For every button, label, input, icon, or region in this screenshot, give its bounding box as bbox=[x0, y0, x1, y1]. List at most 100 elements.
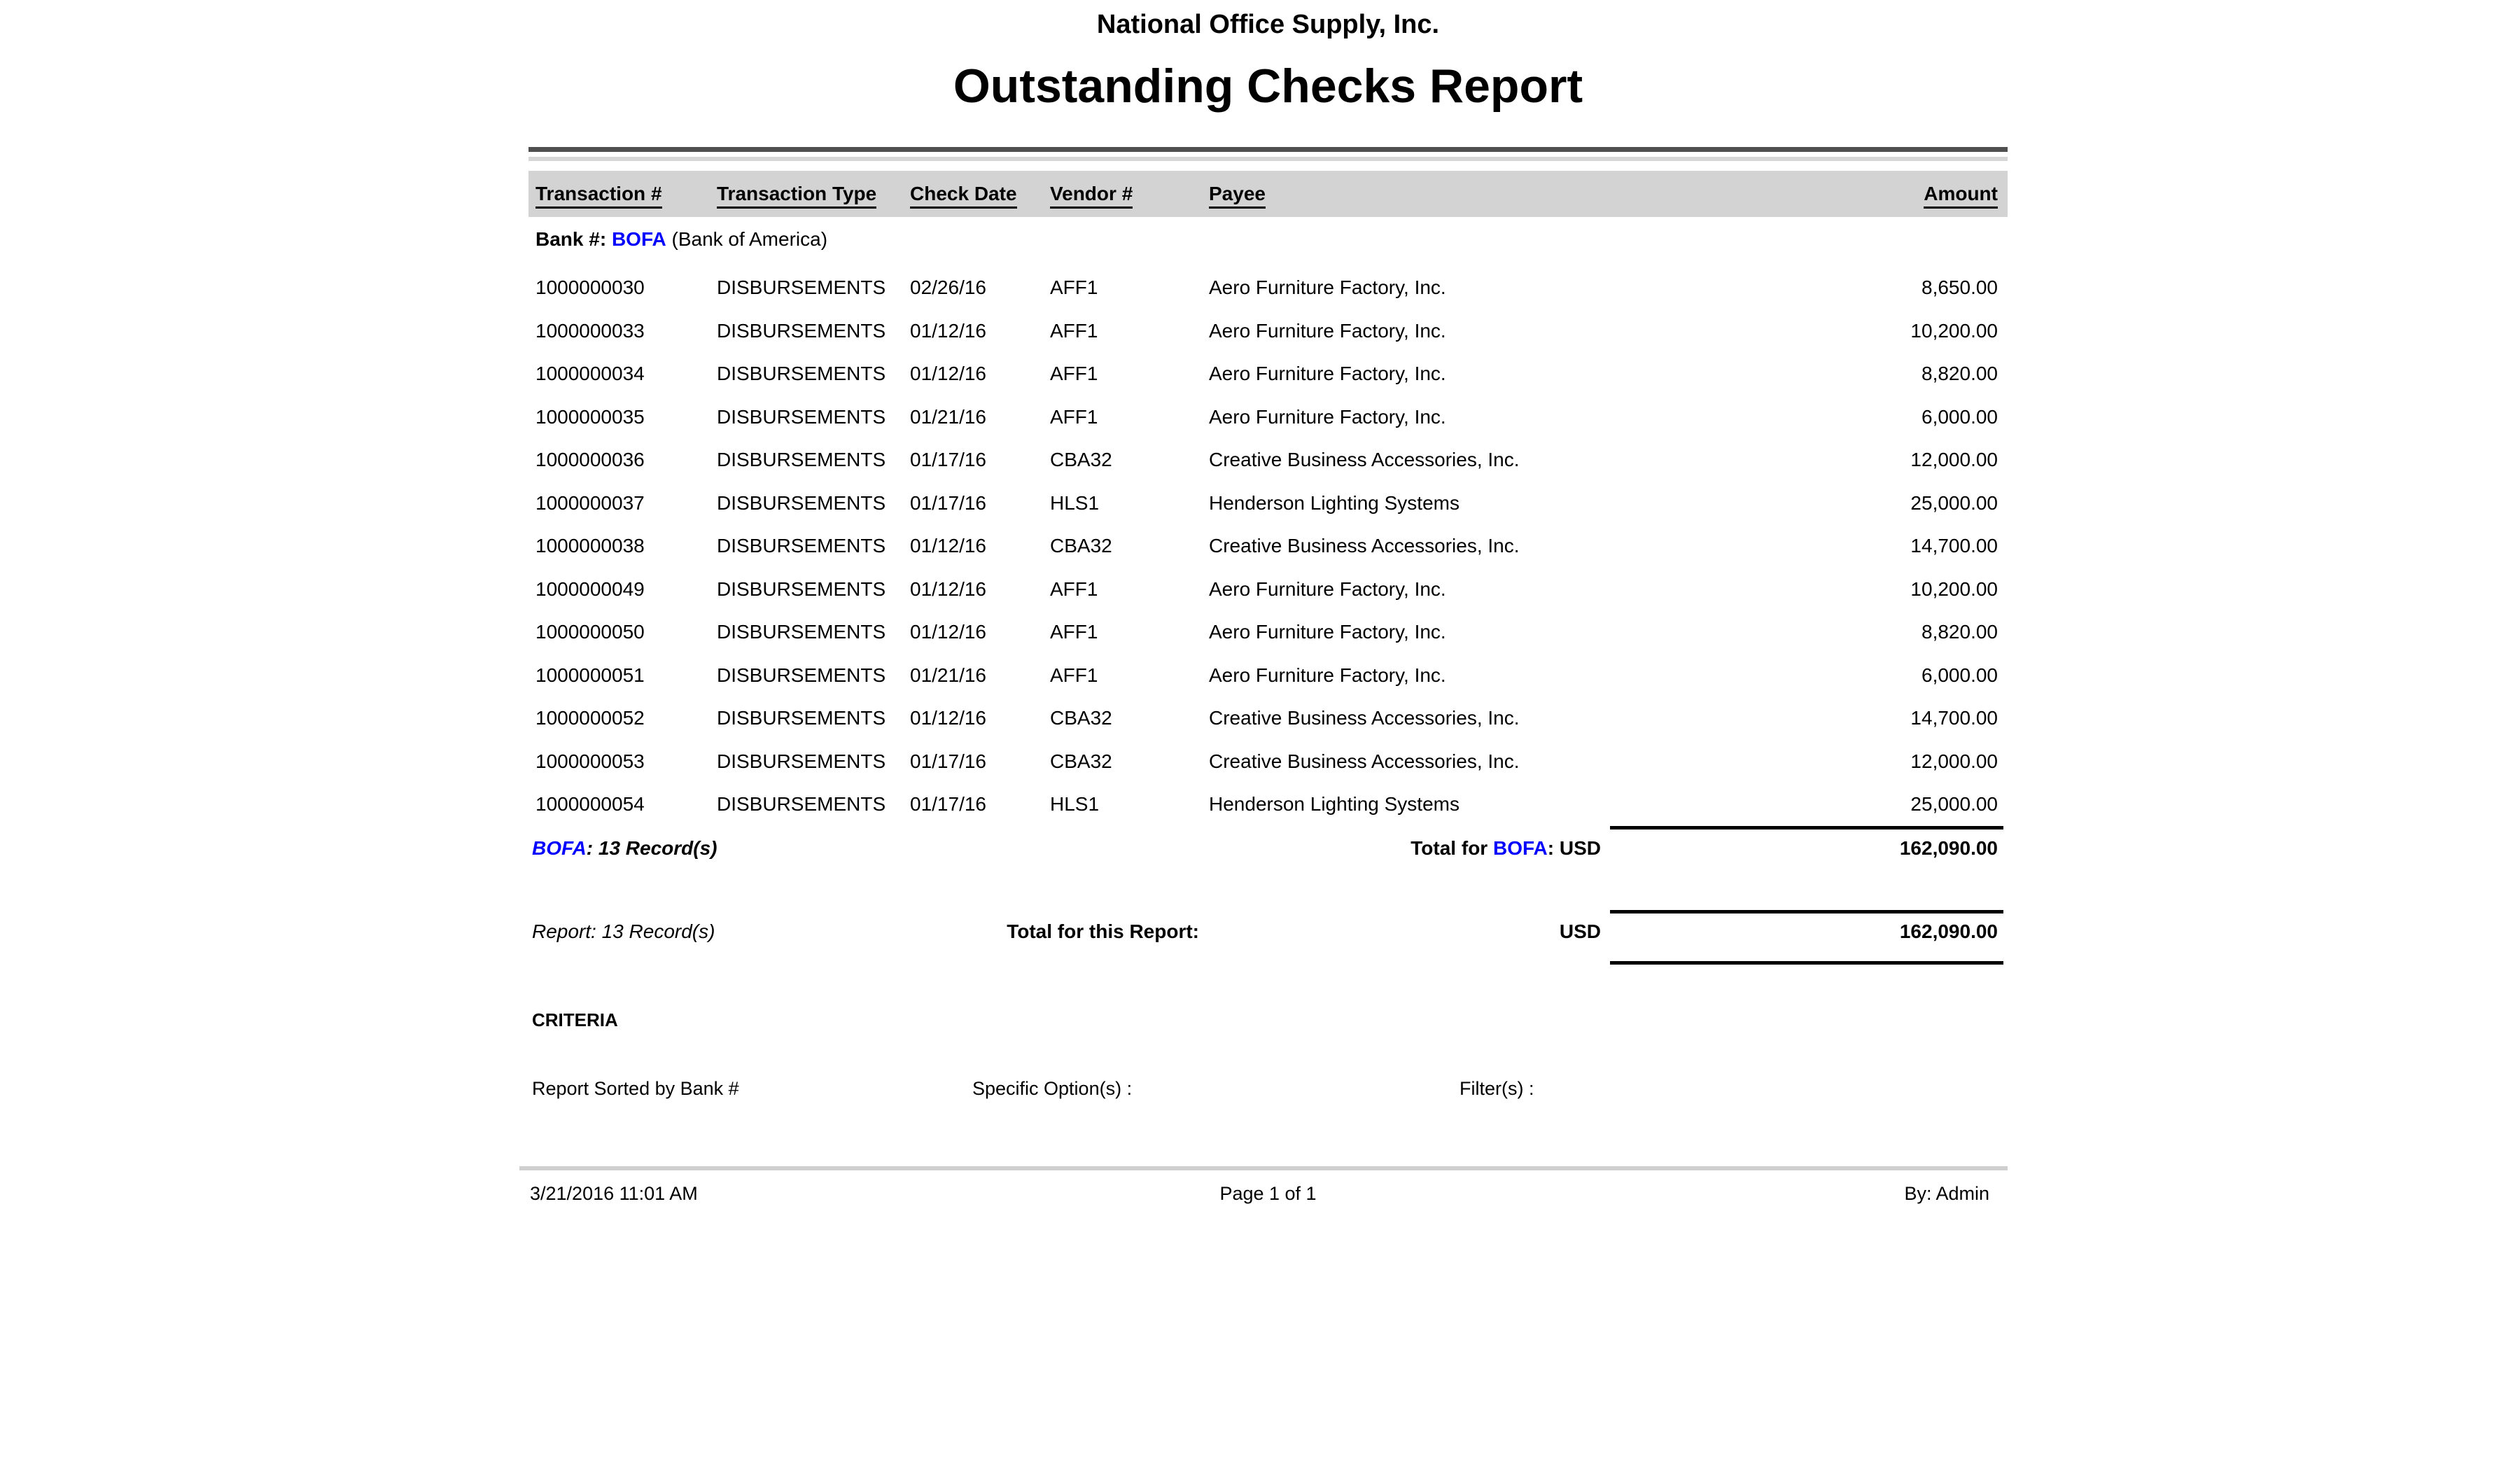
cell-transaction[interactable]: 1000000049 bbox=[536, 568, 645, 611]
cell-check-date: 01/12/16 bbox=[910, 309, 986, 353]
title-rule-light bbox=[528, 157, 2008, 161]
cell-payee: Aero Furniture Factory, Inc. bbox=[1209, 352, 1446, 396]
cell-transaction[interactable]: 1000000037 bbox=[536, 482, 645, 525]
cell-amount: 10,200.00 bbox=[1910, 568, 1998, 611]
column-header-check-date[interactable]: Check Date bbox=[910, 183, 1017, 209]
criteria-specific-options-label: Specific Option(s) : bbox=[972, 1078, 1132, 1100]
cell-transaction[interactable]: 1000000034 bbox=[536, 352, 645, 396]
cell-transaction[interactable]: 1000000038 bbox=[536, 524, 645, 568]
cell-vendor: AFF1 bbox=[1050, 610, 1098, 654]
table-row: 1000000049DISBURSEMENTS01/12/16AFF1Aero … bbox=[528, 568, 2008, 611]
table-row: 1000000051DISBURSEMENTS01/21/16AFF1Aero … bbox=[528, 654, 2008, 697]
table-row: 1000000050 DISBURSEMENTS 01/12/16 AFF1 Aero … bbox=[528, 610, 2008, 654]
group-record-count-text: : 13 Record(s) bbox=[587, 837, 718, 859]
report-total-row: Report: 13 Record(s) Total for this Repo… bbox=[528, 920, 2008, 954]
cell-payee: Creative Business Accessories, Inc. bbox=[1209, 740, 1520, 783]
cell-amount: 8,650.00 bbox=[1921, 266, 1998, 309]
column-header-amount[interactable]: Amount bbox=[1924, 183, 1998, 209]
table-rows: 1000000030 DISBURSEMENTS 02/26/16 AFF1 Aero … bbox=[528, 266, 2008, 826]
column-header-type[interactable]: Transaction Type bbox=[717, 183, 876, 209]
cell-vendor: AFF1 bbox=[1050, 568, 1098, 611]
table-row: 1000000038DISBURSEMENTS01/12/16CBA32Crea… bbox=[528, 524, 2008, 568]
cell-transaction[interactable]: 1000000036 bbox=[536, 438, 645, 482]
group-record-count: BOFA: 13 Record(s) bbox=[532, 837, 718, 860]
criteria-row: Report Sorted by Bank # Specific Option(… bbox=[528, 1078, 2008, 1106]
cell-payee: Aero Furniture Factory, Inc. bbox=[1209, 568, 1446, 611]
footer-rule bbox=[519, 1166, 2008, 1170]
table-row: 1000000053DISBURSEMENTS01/17/16CBA32Crea… bbox=[528, 740, 2008, 783]
cell-transaction[interactable]: 1000000051 bbox=[536, 654, 645, 697]
cell-vendor: HLS1 bbox=[1050, 783, 1099, 826]
group-total-row: BOFA: 13 Record(s) Total for BOFA: USD 1… bbox=[528, 837, 2008, 869]
cell-transaction[interactable]: 1000000030 bbox=[536, 266, 645, 309]
cell-payee: Aero Furniture Factory, Inc. bbox=[1209, 266, 1446, 309]
table-row: 1000000035DISBURSEMENTS01/21/16AFF1Aero … bbox=[528, 396, 2008, 439]
group-total-bank-link[interactable]: BOFA bbox=[1493, 837, 1548, 859]
cell-transaction[interactable]: 1000000054 bbox=[536, 783, 645, 826]
report-total-label: Total for this Report: bbox=[1007, 920, 1199, 943]
cell-payee: Aero Furniture Factory, Inc. bbox=[1209, 654, 1446, 697]
cell-type: DISBURSEMENTS bbox=[717, 438, 886, 482]
cell-transaction[interactable]: 1000000053 bbox=[536, 740, 645, 783]
table-row: 1000000034DISBURSEMENTS01/12/16AFF1Aero … bbox=[528, 352, 2008, 396]
footer-page-number: Page 1 of 1 bbox=[528, 1183, 2008, 1205]
criteria-heading: CRITERIA bbox=[532, 1009, 618, 1031]
cell-transaction[interactable]: 1000000052 bbox=[536, 696, 645, 740]
cell-check-date: 01/12/16 bbox=[910, 524, 986, 568]
report-page: { "colors": { "accent_blue": "#0000ff", … bbox=[0, 0, 2520, 1470]
company-name: National Office Supply, Inc. bbox=[528, 10, 2008, 40]
table-row: 1000000054 DISBURSEMENTS 01/17/16 HLS1 Hende… bbox=[528, 783, 2008, 826]
cell-payee: Aero Furniture Factory, Inc. bbox=[1209, 396, 1446, 439]
table-row: 1000000036DISBURSEMENTS01/17/16CBA32Crea… bbox=[528, 438, 2008, 482]
criteria-sorted-by: Report Sorted by Bank # bbox=[532, 1078, 739, 1100]
cell-vendor: AFF1 bbox=[1050, 266, 1098, 309]
bank-name: (Bank of America) bbox=[672, 228, 828, 250]
cell-type: DISBURSEMENTS bbox=[717, 309, 886, 353]
column-header-payee[interactable]: Payee bbox=[1209, 183, 1266, 209]
report-record-count: Report: 13 Record(s) bbox=[532, 920, 715, 943]
cell-amount: 12,000.00 bbox=[1910, 438, 1998, 482]
cell-type: DISBURSEMENTS bbox=[717, 352, 886, 396]
table-row: 1000000033DISBURSEMENTS01/12/16AFF1Aero … bbox=[528, 309, 2008, 353]
cell-amount: 25,000.00 bbox=[1910, 482, 1998, 525]
cell-transaction[interactable]: 1000000035 bbox=[536, 396, 645, 439]
group-record-bank-link[interactable]: BOFA bbox=[532, 837, 587, 859]
cell-payee: Aero Furniture Factory, Inc. bbox=[1209, 610, 1446, 654]
cell-type: DISBURSEMENTS bbox=[717, 783, 886, 826]
cell-payee: Henderson Lighting Systems bbox=[1209, 482, 1460, 525]
report-total-rule-bottom bbox=[1610, 961, 2003, 965]
cell-amount: 14,700.00 bbox=[1910, 524, 1998, 568]
group-total-label-prefix: Total for bbox=[1410, 837, 1488, 859]
column-header-transaction[interactable]: Transaction # bbox=[536, 183, 662, 209]
cell-amount: 12,000.00 bbox=[1910, 740, 1998, 783]
cell-transaction[interactable]: 1000000050 bbox=[536, 610, 645, 654]
cell-check-date: 01/17/16 bbox=[910, 783, 986, 826]
table-header: Transaction # Transaction Type Check Dat… bbox=[528, 171, 2008, 217]
bank-code-link[interactable]: BOFA bbox=[612, 228, 666, 250]
group-total-rule bbox=[1610, 826, 2003, 830]
cell-type: DISBURSEMENTS bbox=[717, 740, 886, 783]
cell-vendor: CBA32 bbox=[1050, 696, 1112, 740]
cell-transaction[interactable]: 1000000033 bbox=[536, 309, 645, 353]
table-row: 1000000037DISBURSEMENTS01/17/16HLS1Hende… bbox=[528, 482, 2008, 525]
cell-check-date: 01/12/16 bbox=[910, 352, 986, 396]
cell-check-date: 02/26/16 bbox=[910, 266, 986, 309]
cell-vendor: AFF1 bbox=[1050, 309, 1098, 353]
group-total-amount: 162,090.00 bbox=[1900, 837, 1998, 860]
cell-check-date: 01/12/16 bbox=[910, 610, 986, 654]
cell-payee: Henderson Lighting Systems bbox=[1209, 783, 1460, 826]
cell-vendor: AFF1 bbox=[1050, 396, 1098, 439]
cell-amount: 10,200.00 bbox=[1910, 309, 1998, 353]
cell-amount: 8,820.00 bbox=[1921, 610, 1998, 654]
group-total-label-suffix: : USD bbox=[1548, 837, 1601, 859]
column-header-vendor[interactable]: Vendor # bbox=[1050, 183, 1133, 209]
cell-payee: Creative Business Accessories, Inc. bbox=[1209, 438, 1520, 482]
table-row: 1000000030DISBURSEMENTS02/26/16AFF1Aero … bbox=[528, 266, 2008, 309]
cell-check-date: 01/17/16 bbox=[910, 482, 986, 525]
report-total-currency: USD bbox=[1560, 920, 1601, 943]
cell-amount: 6,000.00 bbox=[1921, 396, 1998, 439]
report-total-rule-top bbox=[1610, 910, 2003, 913]
cell-payee: Creative Business Accessories, Inc. bbox=[1209, 696, 1520, 740]
cell-type: DISBURSEMENTS bbox=[717, 610, 886, 654]
cell-check-date: 01/17/16 bbox=[910, 438, 986, 482]
